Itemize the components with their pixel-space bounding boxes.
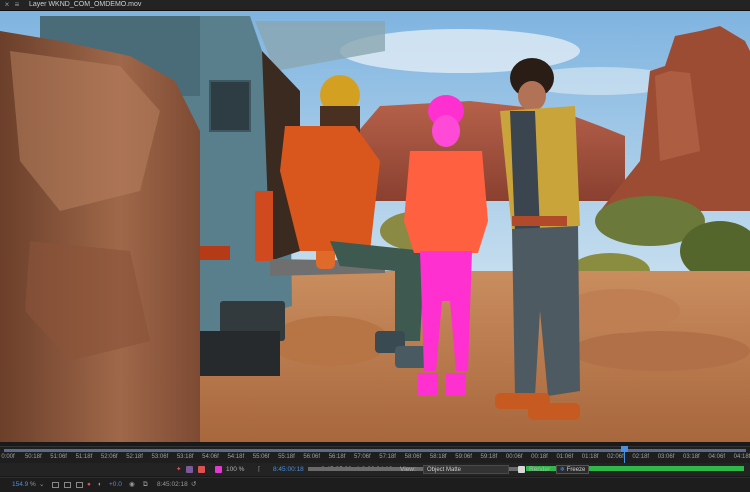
overlay-opacity-value[interactable]: 100 %	[226, 463, 244, 476]
marker-icon[interactable]: ✦	[176, 463, 181, 476]
magnification-number: 154.9	[12, 481, 29, 488]
ruler-tick-label: 54:06f	[202, 454, 219, 460]
chevron-down-icon[interactable]: ⌄	[39, 478, 44, 491]
window-title-bar: × ≡ Layer WKND_COM_OMDEMO.mov	[0, 0, 750, 11]
safe-margins-icon[interactable]	[64, 482, 71, 488]
ruler-tick-label: 59:06f	[455, 454, 472, 460]
out-point-icon[interactable]	[198, 466, 205, 473]
freeze-button[interactable]: ❄ Freeze	[556, 465, 590, 474]
show-snapshot-icon[interactable]: ⧉	[143, 478, 148, 491]
ruler-tick-label: 58:18f	[429, 454, 447, 460]
render-checkbox[interactable]	[518, 466, 525, 473]
layer-viewer[interactable]	[0, 11, 750, 442]
ruler-tick-label: 52:06f	[100, 454, 118, 460]
ruler-tick-label: 04:18f	[733, 454, 750, 460]
ruler-tick-label: 53:06f	[151, 454, 169, 460]
ruler-tick-label: 51:18f	[75, 454, 93, 460]
footage-frame	[0, 11, 750, 442]
magnification-value[interactable]: 154.9	[12, 478, 28, 491]
work-area-fill	[4, 449, 746, 452]
ruler-tick-label: 57:18f	[379, 454, 396, 460]
ruler-tick-label: 56:06f	[303, 454, 321, 460]
region-icon[interactable]	[76, 482, 83, 488]
ruler-tick-label: 51:06f	[50, 454, 67, 460]
ruler-tick-label: 57:06f	[354, 454, 371, 460]
exposure-value[interactable]: +0.0	[109, 478, 122, 491]
freeze-label: Freeze	[566, 467, 586, 473]
ruler-tick-label: 01:18f	[581, 454, 599, 460]
ruler-tick-label: 02:18f	[632, 454, 650, 460]
ruler-tick-label: 02:06f	[607, 454, 624, 460]
ruler-tick-label: 00:06f	[505, 454, 523, 460]
matte-color-swatch[interactable]	[215, 466, 222, 473]
freeze-icon: ❄	[560, 467, 566, 473]
ruler-tick-label: 55:18f	[278, 454, 295, 460]
color-channel-icon[interactable]: ●	[87, 478, 91, 491]
render-label: Render	[529, 466, 551, 473]
bottom-timecode[interactable]: 8:45:02:18	[157, 478, 188, 491]
layer-controls-bar: ✦ 100 % ⌈ 8:45:00:18 8:45:05:03 Δ 0:00:0…	[0, 463, 750, 476]
ruler-tick-label: 03:06f	[657, 454, 675, 460]
ruler-tick-label: 54:18f	[227, 454, 245, 460]
close-icon[interactable]: ×	[3, 0, 11, 10]
ruler-tick-label: 01:06f	[556, 454, 574, 460]
snapshot-icon[interactable]: ◉	[129, 478, 135, 491]
view-label: View:	[400, 466, 416, 473]
ruler-tick-label: 53:18f	[176, 454, 194, 460]
ruler-tick-label: 0:00f	[1, 454, 15, 460]
panel-title: Layer WKND_COM_OMDEMO.mov	[29, 1, 142, 8]
view-select-value: Object Matte	[427, 467, 462, 473]
viewer-toolbar: 154.9 % ⌄ ● ◐ +0.0 ◉ ⧉ 8:45:02:18 ↺	[0, 477, 750, 492]
panel-menu-icon[interactable]: ≡	[11, 0, 23, 10]
time-ruler[interactable]: 0:00f 50:18f 51:06f 51:18f 52:06f 52:18f 53:06…	[0, 446, 750, 464]
current-time[interactable]: 8:45:00:18	[273, 463, 304, 476]
ruler-tick-label: 58:06f	[404, 454, 422, 460]
ruler-tick-label: 04:06f	[708, 454, 726, 460]
ruler-tick-label: 50:18f	[24, 454, 42, 460]
magnification-unit: %	[30, 481, 36, 488]
ruler-tick-label: 03:18f	[683, 454, 700, 460]
ruler-tick-label: 55:06f	[252, 454, 270, 460]
view-select[interactable]: Object Matte	[423, 465, 509, 474]
exposure-icon[interactable]: ◐	[98, 478, 102, 491]
reset-exposure-icon[interactable]: ↺	[191, 478, 196, 491]
in-point-icon[interactable]	[186, 466, 193, 473]
in-bracket-icon[interactable]: ⌈	[258, 463, 261, 476]
ruler-tick-label: 59:18f	[480, 454, 498, 460]
ruler-tick-label: 52:18f	[126, 454, 143, 460]
work-area-bar[interactable]	[4, 449, 746, 452]
grid-icon[interactable]	[52, 482, 59, 488]
ruler-tick-label: 00:18f	[531, 454, 548, 460]
opacity-unit: %	[238, 466, 245, 473]
ruler-labels: 0:00f 50:18f 51:06f 51:18f 52:06f 52:18f 53:06…	[0, 453, 750, 463]
opacity-number: 100	[226, 466, 237, 473]
ruler-tick-label: 56:18f	[328, 454, 346, 460]
